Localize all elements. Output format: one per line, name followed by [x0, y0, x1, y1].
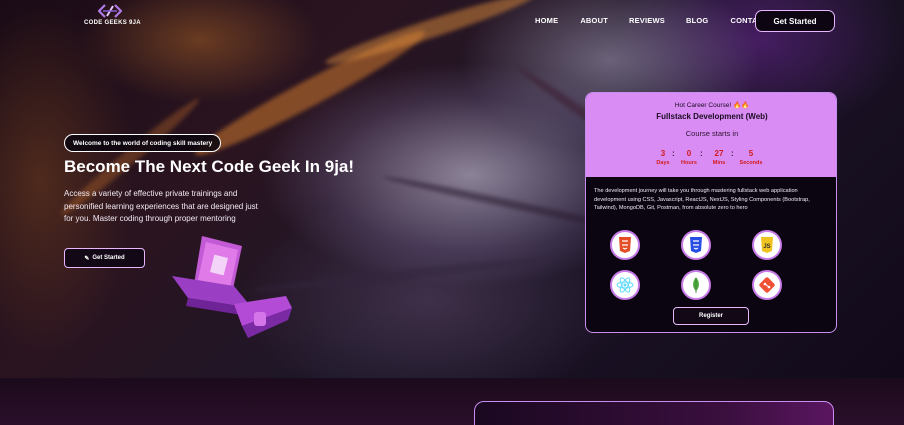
- logo-text: CODE GEEKS 9JA: [84, 20, 141, 26]
- hero-description: Access a variety of effective private tr…: [64, 189, 258, 223]
- nav-link-blog[interactable]: BLOG: [686, 16, 708, 25]
- course-card-header: Hot Career Course! 🔥🔥 Fullstack Developm…: [586, 93, 836, 177]
- course-description: The development journey will take you th…: [594, 188, 810, 212]
- laptop-illustration: [172, 236, 292, 338]
- get-started-button[interactable]: Get Started: [755, 10, 835, 32]
- nav-link-home[interactable]: HOME: [535, 16, 558, 25]
- hero-title: Become The Next Code Geek In 9ja!: [64, 157, 355, 176]
- course-card: Hot Career Course! 🔥🔥 Fullstack Developm…: [585, 92, 837, 333]
- next-section-card: [474, 401, 834, 425]
- pencil-square-icon: ✎: [84, 255, 90, 262]
- hero-get-started-button[interactable]: ✎ Get Started: [64, 248, 145, 268]
- countdown-mins: 27 Mins: [712, 149, 726, 166]
- countdown-separator: :: [731, 149, 734, 158]
- countdown-separator: :: [700, 149, 703, 158]
- course-starts-label: Course starts in: [685, 129, 739, 138]
- css3-icon: [681, 230, 711, 260]
- hero-button-label: Get Started: [92, 255, 125, 261]
- mongodb-icon: [681, 270, 711, 300]
- nav-links: HOME ABOUT REVIEWS BLOG CONTACT: [535, 16, 790, 25]
- nav-link-reviews[interactable]: REVIEWS: [629, 16, 665, 25]
- register-button[interactable]: Register: [673, 307, 749, 325]
- countdown-separator: :: [672, 149, 675, 158]
- top-nav: CODE GEEKS 9JA HOME ABOUT REVIEWS BLOG C…: [0, 0, 904, 42]
- logo[interactable]: CODE GEEKS 9JA: [84, 4, 141, 30]
- welcome-badge: Welcome to the world of coding skill mas…: [64, 134, 222, 152]
- countdown-hours: 0 Hours: [681, 149, 697, 166]
- countdown-seconds: 5 Seconds: [739, 149, 763, 166]
- html5-icon: [610, 230, 640, 260]
- course-title: Fullstack Development (Web): [656, 112, 768, 121]
- hot-course-label: Hot Career Course! 🔥🔥: [674, 102, 750, 109]
- nav-link-about[interactable]: ABOUT: [580, 16, 608, 25]
- javascript-icon: JS: [752, 230, 782, 260]
- git-icon: [752, 270, 782, 300]
- svg-text:JS: JS: [763, 244, 770, 250]
- react-icon: [610, 270, 640, 300]
- countdown: 3 Days : 0 Hours : 27 Mins : 5 Seconds: [650, 149, 776, 171]
- logo-icon: [98, 4, 122, 18]
